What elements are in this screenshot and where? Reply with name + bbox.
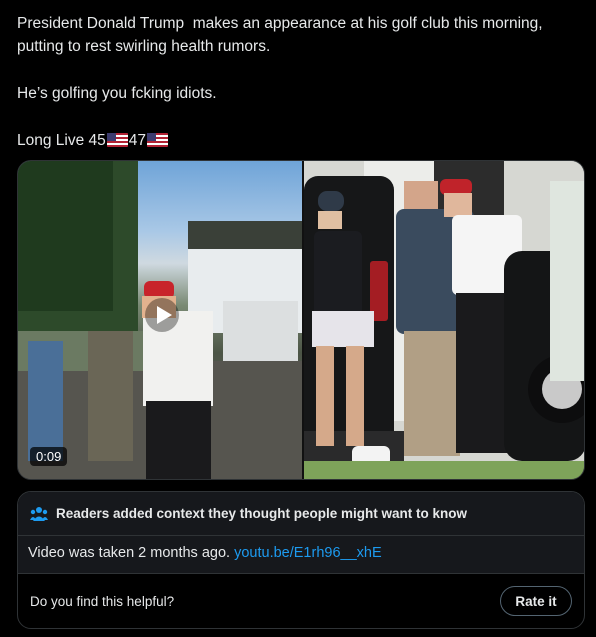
community-note-footer: Do you find this helpful? Rate it <box>18 574 584 628</box>
community-note-body: Video was taken 2 months ago. youtu.be/E… <box>18 536 584 574</box>
photo-thumbnail[interactable] <box>304 161 584 479</box>
community-note-link[interactable]: youtu.be/E1rh96__xhE <box>234 545 382 561</box>
community-note-header: Readers added context they thought peopl… <box>18 492 584 536</box>
post-line-3: Long Live 45 47 <box>17 129 587 152</box>
us-flag-icon <box>106 133 128 147</box>
us-flag-icon <box>147 133 169 147</box>
helpful-question: Do you find this helpful? <box>30 593 175 609</box>
post-line-3-number: 47 <box>128 132 147 149</box>
media-grid: 0:09 <box>17 160 585 480</box>
video-thumbnail[interactable]: 0:09 <box>18 161 302 479</box>
rate-it-button[interactable]: Rate it <box>500 586 572 616</box>
community-note: Readers added context they thought peopl… <box>17 491 585 629</box>
post-line-3-text: Long Live 45 <box>17 132 106 149</box>
community-note-title: Readers added context they thought peopl… <box>56 506 468 521</box>
post-line-1: President Donald Trump makes an appearan… <box>17 15 547 55</box>
people-icon <box>30 506 48 521</box>
post-text: President Donald Trump makes an appearan… <box>17 12 587 152</box>
video-duration: 0:09 <box>30 447 68 466</box>
photo-scene <box>304 161 584 479</box>
community-note-text: Video was taken 2 months ago. <box>28 545 235 561</box>
play-icon[interactable] <box>145 298 179 332</box>
post-line-2: He’s golfing you fcking idiots. <box>17 85 217 102</box>
